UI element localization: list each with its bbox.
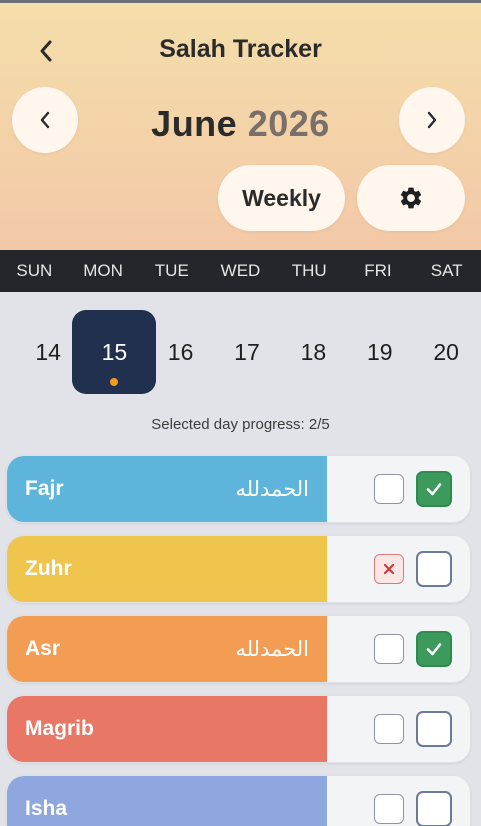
prayer-card-zuhr: Zuhr: [6, 535, 471, 603]
missed-checkbox[interactable]: [374, 794, 404, 824]
weekday-label: WED: [220, 261, 261, 280]
done-checkbox[interactable]: [416, 711, 452, 747]
day-cell-selected[interactable]: 15: [72, 310, 157, 394]
prayer-band: Magrib: [7, 696, 327, 762]
day-cell[interactable]: 19: [347, 310, 413, 394]
day-number: 17: [234, 338, 260, 365]
prayer-card-fajr: Fajr الحمدلله: [6, 455, 471, 523]
day-indicator-dot: [110, 378, 119, 386]
header: Salah Tracker June 2026 Weekly: [0, 3, 481, 250]
missed-checkbox[interactable]: [374, 714, 404, 744]
day-number: 20: [433, 338, 459, 365]
prayer-card-magrib: Magrib: [6, 695, 471, 763]
done-checkbox[interactable]: [416, 551, 452, 587]
weekday-label: SAT: [430, 261, 463, 280]
prayer-name: Fajr: [25, 477, 64, 500]
year-label: 2026: [247, 103, 330, 144]
weekday-header: SUN MON TUE WED THU FRI SAT: [0, 250, 481, 292]
prayer-name: Zuhr: [25, 557, 72, 580]
day-number: 19: [366, 338, 393, 365]
prayer-band: Zuhr: [7, 536, 327, 602]
day-number: 16: [167, 338, 194, 365]
selected-day-progress: Selected day progress: 2/5: [151, 416, 330, 433]
prayer-band: Isha: [7, 776, 327, 826]
missed-checkbox[interactable]: [374, 474, 404, 504]
month-label: June: [151, 103, 238, 144]
week-days-row: 14 15 16 17 18 19 20: [15, 310, 480, 394]
day-number: 18: [300, 338, 327, 365]
prayer-band: Fajr الحمدلله: [7, 456, 327, 522]
missed-checkbox[interactable]: [374, 634, 404, 664]
gear-icon: [400, 187, 422, 209]
prayer-band: Asr الحمدلله: [7, 616, 327, 682]
prayer-card-asr: Asr الحمدلله: [6, 615, 471, 683]
prayer-name: Magrib: [25, 717, 94, 740]
prayer-dua: الحمدلله: [235, 477, 309, 501]
weekday-label: FRI: [364, 261, 392, 280]
done-checkbox[interactable]: [416, 631, 452, 667]
weekday-label: MON: [83, 261, 123, 280]
check-icon: [426, 483, 442, 496]
check-icon: [426, 643, 442, 656]
done-checkbox[interactable]: [416, 791, 452, 826]
x-icon: [383, 563, 395, 575]
day-cell[interactable]: 17: [214, 310, 280, 394]
app-title: Salah Tracker: [159, 35, 322, 63]
day-cell[interactable]: 18: [280, 310, 346, 394]
chevron-right-icon: [427, 111, 437, 129]
day-cell[interactable]: 20: [413, 310, 479, 394]
prayer-card-isha: Isha: [6, 775, 471, 826]
weekday-label: THU: [291, 261, 327, 280]
weekly-view-button[interactable]: Weekly: [218, 165, 345, 231]
missed-checkbox[interactable]: [374, 554, 404, 584]
settings-button[interactable]: [357, 165, 465, 231]
next-month-button[interactable]: [399, 87, 465, 153]
prayer-name: Isha: [25, 797, 68, 820]
day-cell[interactable]: 16: [147, 310, 213, 394]
weekday-label: TUE: [154, 261, 189, 280]
prayer-dua: الحمدلله: [235, 637, 309, 661]
day-number: 14: [35, 338, 61, 365]
day-number: 15: [101, 338, 128, 365]
weekday-label: SUN: [16, 261, 53, 280]
done-checkbox[interactable]: [416, 471, 452, 507]
prayer-name: Asr: [25, 637, 61, 660]
